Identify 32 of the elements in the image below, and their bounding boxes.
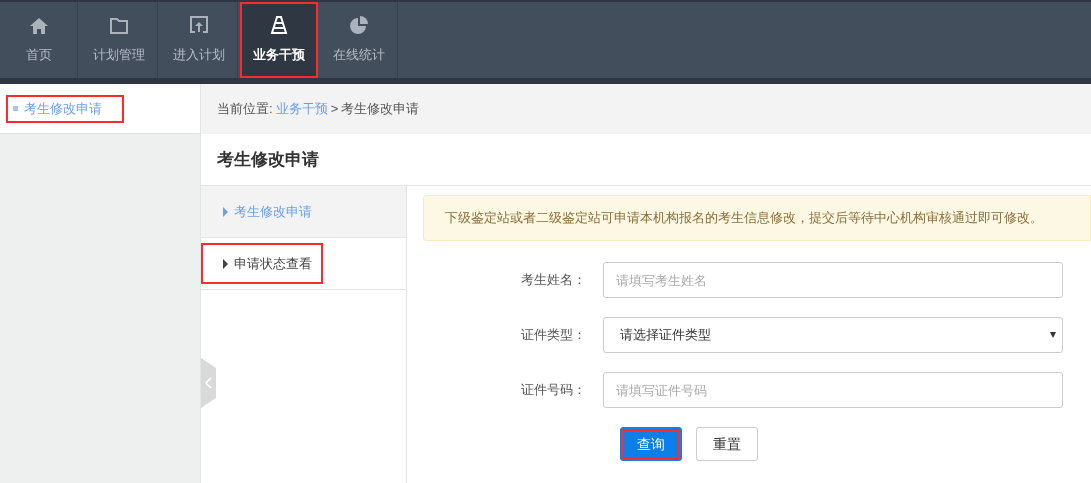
form-button[interactable]: 查询 (620, 427, 682, 461)
home-icon (28, 17, 49, 36)
chevron-left-icon (205, 377, 212, 389)
breadcrumb-separator: > (330, 100, 339, 119)
nav-label: 首页 (25, 46, 52, 65)
input-field[interactable]: 请填写考生姓名 (603, 262, 1063, 298)
nav-label: 在线统计 (332, 46, 385, 65)
breadcrumb-label: 当前位置: (217, 100, 273, 119)
dropdown-arrow-icon (1050, 332, 1056, 338)
upload-icon (188, 15, 209, 36)
caret-icon (223, 206, 228, 217)
caret-icon (223, 258, 228, 269)
field-label: 考生姓名： (520, 271, 587, 290)
breadcrumb-link[interactable]: 业务干预 (275, 99, 328, 119)
select-field[interactable]: 请选择证件类型 (603, 317, 1063, 353)
form-button[interactable]: 重置 (696, 427, 758, 461)
submenu-item[interactable]: 申请状态查看 (201, 243, 323, 284)
breadcrumb-current: 考生修改申请 (341, 100, 420, 119)
nav-label: 计划管理 (92, 46, 145, 65)
nav-label: 进入计划 (172, 46, 225, 65)
bullet-icon (13, 106, 18, 111)
field-label: 证件类型： (520, 326, 587, 345)
cone-icon (269, 15, 289, 36)
nav-tab[interactable]: 业务干预 (240, 2, 318, 78)
input-field[interactable]: 请填写证件号码 (603, 372, 1063, 408)
notice-banner: 下级鉴定站或者二级鉴定站可申请本机构报名的考生信息修改，提交后等待中心机构审核通过即可修改。 (423, 195, 1091, 241)
folder-icon (108, 17, 129, 36)
pie-chart-icon (348, 15, 369, 36)
sidebar-item[interactable]: 考生修改申请 (6, 94, 124, 123)
field-label: 证件号码： (520, 381, 587, 400)
nav-label: 业务干预 (253, 46, 305, 65)
page-title: 考生修改申请 (217, 148, 319, 171)
